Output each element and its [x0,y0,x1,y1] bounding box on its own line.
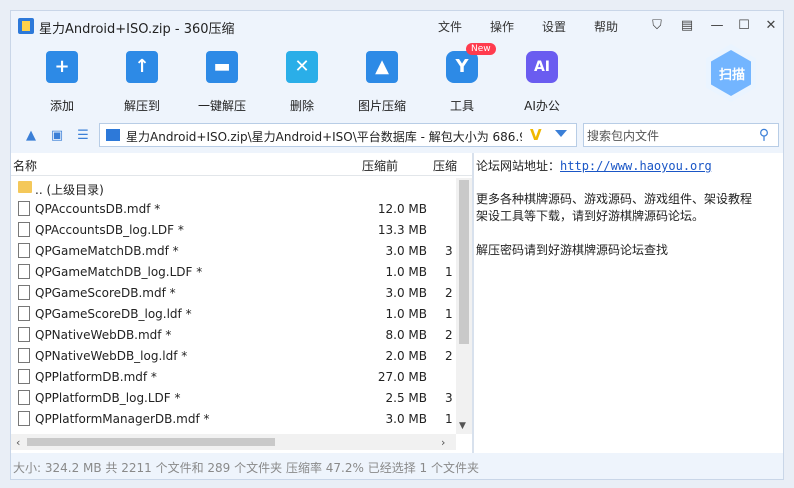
scroll-down-icon[interactable]: ▼ [459,421,466,431]
list-view-icon[interactable]: ☰ [75,128,91,144]
list-item[interactable]: .. (上级目录) [11,178,456,199]
horizontal-scrollbar[interactable]: ‹ › [11,434,456,450]
file-icon [18,348,30,363]
add-icon: + [46,51,78,83]
vip-v-icon[interactable]: V [530,126,542,144]
list-item[interactable]: QPGameScoreDB.mdf * 3.0 MB 2 [11,283,456,304]
menu-help[interactable]: 帮助 [594,18,618,35]
file-rows: .. (上级目录) QPAccountsDB.mdf * 12.0 MB QPAc… [11,178,456,434]
file-icon [18,243,30,258]
folder-icon [18,181,32,193]
scan-label: 扫描 [718,68,745,83]
search-icon[interactable]: ⚲ [756,127,772,143]
skin-shirt-icon[interactable]: ⛉ [648,17,666,35]
search-box[interactable]: ⚲ [583,123,779,147]
path-text: 星力Android+ISO.zip\星力Android+ISO\平台数据库 - … [126,130,522,144]
list-item[interactable]: QPGameMatchDB_log.LDF * 1.0 MB 1 [11,262,456,283]
delete-icon: ✕ [286,51,318,83]
ai-office-button[interactable]: AI AI办公 [510,51,574,114]
menu-operate[interactable]: 操作 [490,18,514,35]
comment-site-link[interactable]: http://www.haoyou.org [560,159,712,173]
col-before[interactable]: 压缩前 [362,157,398,174]
comment-pane: 论坛网站地址：http://www.haoyou.org 更多各种棋牌源码、游戏… [474,153,783,453]
file-icon [18,285,30,300]
menu-settings[interactable]: 设置 [542,18,566,35]
tools-button[interactable]: Y New 工具 [430,43,496,114]
list-item[interactable]: QPPlatformManagerDB.mdf * 3.0 MB 1 [11,409,456,430]
tools-icon: Y New [446,43,496,83]
status-text: 大小: 324.2 MB 共 2211 个文件和 289 个文件夹 压缩率 47… [13,461,479,475]
file-icon [18,222,30,237]
thumbnail-view-icon[interactable]: ▣ [49,128,65,144]
close-icon[interactable]: ✕ [762,17,780,35]
extract-to-icon: ↑ [126,51,158,83]
toolbar: + 添加 ↑ 解压到 ▬ 一键解压 ✕ 删除 ▲ 图片压缩 Y New 工具 A… [11,41,783,119]
path-dropdown-icon[interactable] [555,130,567,137]
one-click-extract-button[interactable]: ▬ 一键解压 [190,51,254,114]
scan-button[interactable]: 扫描 [704,44,760,106]
comment-site-label: 论坛网站地址： [476,159,561,173]
path-box[interactable]: 星力Android+ISO.zip\星力Android+ISO\平台数据库 - … [99,123,577,147]
archive-icon [106,129,120,141]
ai-office-icon: AI [526,51,558,83]
extract-to-button[interactable]: ↑ 解压到 [110,51,174,114]
delete-button[interactable]: ✕ 删除 [270,51,334,114]
image-compress-button[interactable]: ▲ 图片压缩 [350,51,414,114]
file-icon [18,201,30,216]
horizontal-scroll-thumb[interactable] [27,438,275,446]
feedback-icon[interactable]: ▤ [678,17,696,35]
status-bar: 大小: 324.2 MB 共 2211 个文件和 289 个文件夹 压缩率 47… [11,453,783,479]
address-bar: ▲ ▣ ☰ 星力Android+ISO.zip\星力Android+ISO\平台… [11,119,783,153]
comment-line-4: 解压密码请到好游棋牌源码论坛查找 [476,243,669,257]
image-compress-icon: ▲ [366,51,398,83]
col-after[interactable]: 压缩 [433,157,457,174]
one-click-extract-icon: ▬ [206,51,238,83]
file-icon [18,369,30,384]
scroll-left-icon[interactable]: ‹ [16,436,20,449]
file-icon [18,411,30,426]
comment-line-3: 架设工具等下载，请到好游棋牌源码论坛。 [476,209,705,223]
list-item[interactable]: QPNativeWebDB_log.ldf * 2.0 MB 2 [11,346,456,367]
file-icon [18,264,30,279]
list-item[interactable]: QPGameScoreDB_log.ldf * 1.0 MB 1 [11,304,456,325]
file-icon [18,306,30,321]
list-item[interactable]: QPGameMatchDB.mdf * 3.0 MB 3 [11,241,456,262]
file-icon [18,327,30,342]
list-item[interactable]: QPPlatformDB_log.LDF * 2.5 MB 3 [11,388,456,409]
file-list-pane: 名称 压缩前 压缩 .. (上级目录) QPAccountsDB.mdf * 12… [11,153,472,453]
menu-file[interactable]: 文件 [438,18,462,35]
col-name[interactable]: 名称 [13,157,37,174]
minimize-icon[interactable]: — [708,17,726,35]
window-title: 星力Android+ISO.zip - 360压缩 [39,22,235,37]
list-item[interactable]: QPAccountsDB.mdf * 12.0 MB [11,199,456,220]
search-input[interactable] [585,125,749,147]
title-bar: 星力Android+ISO.zip - 360压缩 文件 操作 设置 帮助 ⛉ … [11,11,783,41]
up-arrow-icon[interactable]: ▲ [23,128,39,144]
add-button[interactable]: + 添加 [30,51,94,114]
file-icon [18,390,30,405]
list-header: 名称 压缩前 压缩 [11,153,472,176]
vertical-scroll-thumb[interactable] [459,180,469,344]
comment-site-line: 论坛网站地址：http://www.haoyou.org [476,157,712,174]
comment-line-2: 更多各种棋牌源码、游戏源码、游戏组件、架设教程 [476,192,753,206]
app-window: 星力Android+ISO.zip - 360压缩 文件 操作 设置 帮助 ⛉ … [10,10,784,480]
list-item[interactable]: QPAccountsDB_log.LDF * 13.3 MB [11,220,456,241]
scroll-right-icon[interactable]: › [441,436,445,449]
list-item[interactable]: QPPlatformDB.mdf * 27.0 MB [11,367,456,388]
vertical-scrollbar[interactable]: ▼ [456,178,472,434]
maximize-icon[interactable]: ☐ [735,17,753,35]
new-badge: New [466,43,496,55]
app-logo-icon [18,18,34,34]
list-item[interactable]: QPNativeWebDB.mdf * 8.0 MB 2 [11,325,456,346]
